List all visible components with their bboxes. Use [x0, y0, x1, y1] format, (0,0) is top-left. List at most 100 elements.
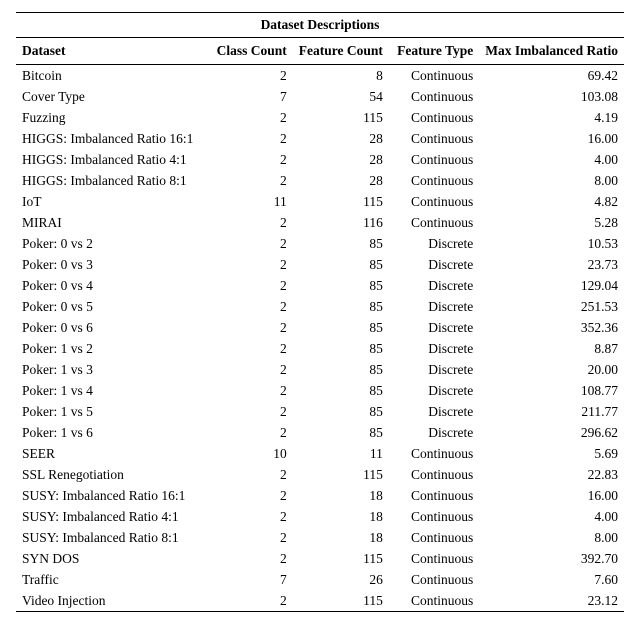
cell-c0: Poker: 0 vs 6	[16, 317, 208, 338]
cell-c0: Poker: 0 vs 3	[16, 254, 208, 275]
table-row: Video Injection2115Continuous23.12	[16, 590, 624, 612]
cell-c0: Poker: 1 vs 2	[16, 338, 208, 359]
cell-c2: 28	[293, 170, 389, 191]
cell-c2: 85	[293, 254, 389, 275]
table-row: Poker: 0 vs 2285Discrete10.53	[16, 233, 624, 254]
table-row: HIGGS: Imbalanced Ratio 8:1228Continuous…	[16, 170, 624, 191]
cell-c4: 4.82	[479, 191, 624, 212]
table-row: HIGGS: Imbalanced Ratio 4:1228Continuous…	[16, 149, 624, 170]
table-row: IoT11115Continuous4.82	[16, 191, 624, 212]
cell-c4: 4.00	[479, 506, 624, 527]
col-header-feature-type: Feature Type	[389, 38, 479, 65]
cell-c3: Continuous	[389, 527, 479, 548]
cell-c3: Continuous	[389, 548, 479, 569]
cell-c3: Discrete	[389, 254, 479, 275]
cell-c2: 115	[293, 191, 389, 212]
cell-c3: Continuous	[389, 464, 479, 485]
cell-c4: 22.83	[479, 464, 624, 485]
cell-c1: 2	[208, 338, 292, 359]
cell-c4: 8.00	[479, 170, 624, 191]
cell-c0: Poker: 0 vs 2	[16, 233, 208, 254]
cell-c2: 28	[293, 128, 389, 149]
cell-c2: 115	[293, 464, 389, 485]
cell-c1: 2	[208, 107, 292, 128]
cell-c0: Poker: 1 vs 5	[16, 401, 208, 422]
cell-c4: 69.42	[479, 65, 624, 87]
cell-c0: Cover Type	[16, 86, 208, 107]
cell-c3: Discrete	[389, 401, 479, 422]
cell-c1: 2	[208, 506, 292, 527]
cell-c3: Discrete	[389, 296, 479, 317]
cell-c0: HIGGS: Imbalanced Ratio 8:1	[16, 170, 208, 191]
cell-c4: 251.53	[479, 296, 624, 317]
cell-c3: Continuous	[389, 569, 479, 590]
cell-c3: Continuous	[389, 86, 479, 107]
cell-c3: Continuous	[389, 506, 479, 527]
cell-c4: 296.62	[479, 422, 624, 443]
cell-c2: 11	[293, 443, 389, 464]
table-row: Poker: 1 vs 2285Discrete8.87	[16, 338, 624, 359]
table-header-row: Dataset Class Count Feature Count Featur…	[16, 38, 624, 65]
cell-c1: 2	[208, 548, 292, 569]
cell-c1: 2	[208, 380, 292, 401]
cell-c0: SUSY: Imbalanced Ratio 16:1	[16, 485, 208, 506]
table-row: Traffic726Continuous7.60	[16, 569, 624, 590]
cell-c2: 28	[293, 149, 389, 170]
cell-c2: 85	[293, 296, 389, 317]
cell-c0: Poker: 1 vs 3	[16, 359, 208, 380]
cell-c1: 7	[208, 569, 292, 590]
table-row: Poker: 1 vs 5285Discrete211.77	[16, 401, 624, 422]
cell-c4: 5.28	[479, 212, 624, 233]
table-row: Poker: 1 vs 4285Discrete108.77	[16, 380, 624, 401]
cell-c1: 7	[208, 86, 292, 107]
cell-c4: 352.36	[479, 317, 624, 338]
table-body: Bitcoin28Continuous69.42Cover Type754Con…	[16, 65, 624, 612]
table-title-row: Dataset Descriptions	[16, 13, 624, 38]
cell-c2: 85	[293, 401, 389, 422]
col-header-class-count: Class Count	[208, 38, 292, 65]
cell-c1: 2	[208, 527, 292, 548]
table-row: SUSY: Imbalanced Ratio 8:1218Continuous8…	[16, 527, 624, 548]
cell-c3: Continuous	[389, 443, 479, 464]
cell-c1: 2	[208, 65, 292, 87]
cell-c1: 2	[208, 275, 292, 296]
cell-c3: Continuous	[389, 128, 479, 149]
cell-c3: Continuous	[389, 212, 479, 233]
cell-c3: Continuous	[389, 191, 479, 212]
table-row: Poker: 0 vs 4285Discrete129.04	[16, 275, 624, 296]
cell-c4: 129.04	[479, 275, 624, 296]
cell-c0: Video Injection	[16, 590, 208, 612]
cell-c3: Discrete	[389, 338, 479, 359]
cell-c0: Bitcoin	[16, 65, 208, 87]
cell-c1: 2	[208, 464, 292, 485]
cell-c2: 115	[293, 107, 389, 128]
col-header-feature-count: Feature Count	[293, 38, 389, 65]
cell-c2: 85	[293, 317, 389, 338]
table-row: SYN DOS2115Continuous392.70	[16, 548, 624, 569]
cell-c4: 10.53	[479, 233, 624, 254]
cell-c1: 11	[208, 191, 292, 212]
table-title: Dataset Descriptions	[16, 13, 624, 38]
cell-c0: SEER	[16, 443, 208, 464]
cell-c2: 85	[293, 380, 389, 401]
cell-c4: 211.77	[479, 401, 624, 422]
cell-c0: Poker: 1 vs 4	[16, 380, 208, 401]
cell-c1: 2	[208, 422, 292, 443]
cell-c3: Continuous	[389, 149, 479, 170]
cell-c3: Continuous	[389, 65, 479, 87]
cell-c4: 4.19	[479, 107, 624, 128]
cell-c0: Poker: 0 vs 4	[16, 275, 208, 296]
cell-c4: 103.08	[479, 86, 624, 107]
cell-c2: 85	[293, 359, 389, 380]
cell-c3: Continuous	[389, 170, 479, 191]
cell-c0: IoT	[16, 191, 208, 212]
cell-c3: Discrete	[389, 275, 479, 296]
cell-c2: 18	[293, 506, 389, 527]
cell-c4: 392.70	[479, 548, 624, 569]
cell-c1: 10	[208, 443, 292, 464]
table-row: SUSY: Imbalanced Ratio 16:1218Continuous…	[16, 485, 624, 506]
cell-c2: 85	[293, 233, 389, 254]
cell-c4: 23.73	[479, 254, 624, 275]
cell-c2: 54	[293, 86, 389, 107]
table-row: Poker: 0 vs 5285Discrete251.53	[16, 296, 624, 317]
